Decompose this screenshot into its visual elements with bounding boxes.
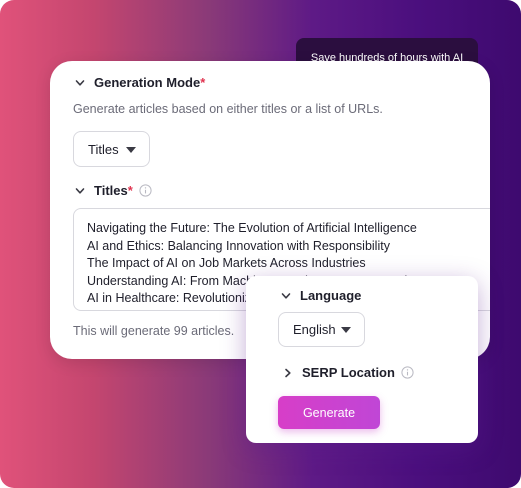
generation-mode-header[interactable]: Generation Mode * <box>75 75 205 90</box>
language-selected: English <box>293 322 336 337</box>
titles-header[interactable]: Titles * <box>75 183 152 198</box>
generation-mode-select[interactable]: Titles <box>73 131 150 167</box>
required-mark: * <box>127 183 133 198</box>
generation-mode-selected: Titles <box>88 141 119 157</box>
title-line: The Impact of AI on Job Markets Across I… <box>87 256 366 270</box>
caret-down-icon <box>341 327 351 333</box>
language-select[interactable]: English <box>278 312 365 347</box>
info-icon[interactable] <box>139 184 152 197</box>
serp-location-header[interactable]: SERP Location <box>283 365 414 380</box>
titles-label: Titles <box>94 183 128 198</box>
chevron-down-icon <box>75 78 85 88</box>
chevron-right-icon <box>283 368 293 378</box>
caret-down-icon <box>126 147 136 153</box>
required-mark: * <box>200 75 206 90</box>
serp-location-label: SERP Location <box>302 365 395 380</box>
language-settings-card: Language English SERP Location Generate <box>246 276 478 443</box>
title-line: AI and Ethics: Balancing Innovation with… <box>87 238 390 253</box>
chevron-down-icon <box>281 291 291 301</box>
generation-mode-description: Generate articles based on either titles… <box>73 102 383 116</box>
generation-mode-label: Generation Mode <box>94 75 201 90</box>
language-header[interactable]: Language <box>281 288 361 303</box>
language-label: Language <box>300 288 362 303</box>
info-icon[interactable] <box>401 366 414 379</box>
title-line: Navigating the Future: The Evolution of … <box>87 221 417 235</box>
generation-count-note: This will generate 99 articles. <box>73 324 235 338</box>
generate-button[interactable]: Generate <box>278 396 380 429</box>
chevron-down-icon <box>75 186 85 196</box>
